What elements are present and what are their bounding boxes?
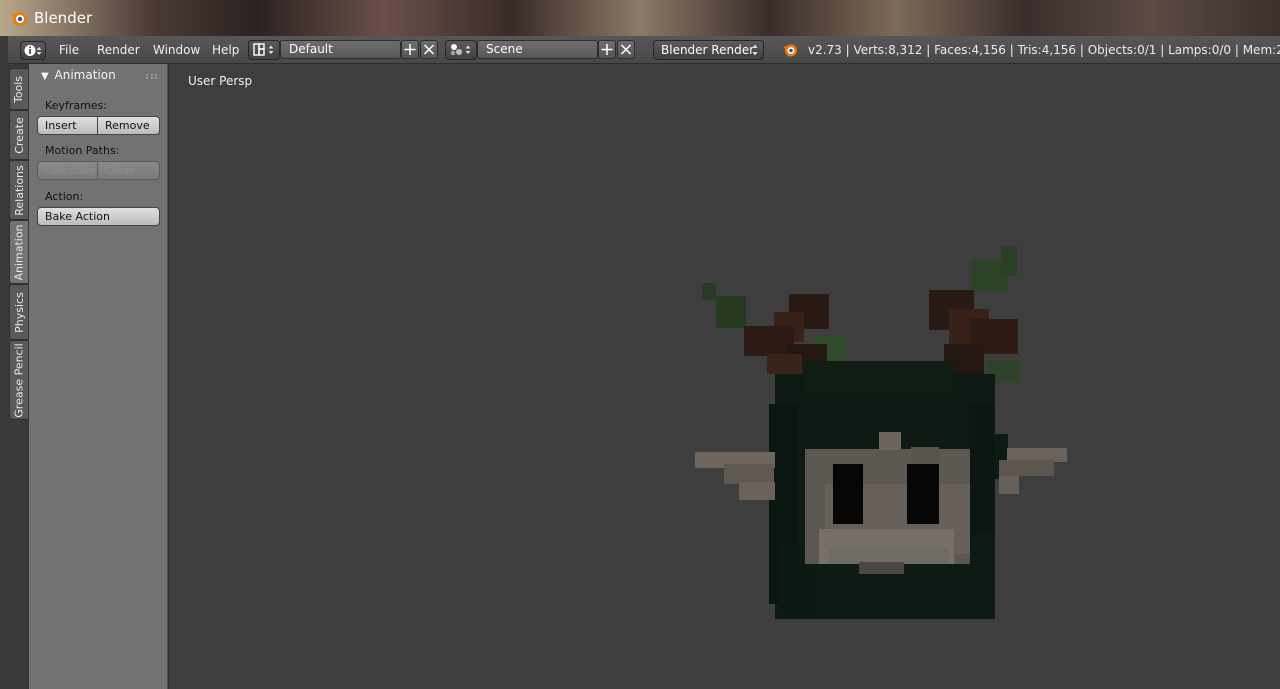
lower-body: [859, 562, 904, 574]
insert-keyframe-button[interactable]: Insert: [37, 116, 98, 135]
scene-field[interactable]: Scene: [477, 40, 598, 59]
tab-grease-pencil[interactable]: Grease Pencil: [9, 340, 28, 420]
close-icon: [423, 44, 435, 55]
screen-layout-selector[interactable]: [248, 40, 280, 60]
tab-label: Tools: [12, 75, 26, 103]
blender-logo-icon: [783, 44, 797, 57]
ear-right: [999, 448, 1067, 494]
3d-viewport[interactable]: User Persp: [169, 64, 1280, 689]
add-scene-button[interactable]: [598, 40, 616, 59]
panel-title: Animation: [54, 68, 116, 82]
render-engine-dropdown[interactable]: Blender Render: [653, 40, 764, 60]
remove-keyframe-button[interactable]: Remove: [97, 116, 160, 135]
tab-create[interactable]: Create: [9, 110, 28, 160]
scene-icon: [450, 44, 471, 56]
screen-layout-field[interactable]: Default: [280, 40, 401, 59]
tab-label: Create: [12, 116, 26, 154]
add-layout-button[interactable]: [401, 40, 419, 59]
calculate-motion-paths-button[interactable]: Calculate: [37, 161, 98, 180]
layout-icon: [253, 43, 274, 56]
window-titlebar: Blender: [0, 0, 1280, 36]
chevron-updown-icon: [752, 44, 758, 56]
voxel-character-model[interactable]: [169, 64, 1280, 689]
remove-scene-button[interactable]: [617, 40, 635, 59]
tab-tools[interactable]: Tools: [9, 68, 28, 110]
tab-physics[interactable]: Physics: [9, 284, 28, 340]
close-icon: [620, 44, 632, 55]
editor-type-selector[interactable]: [20, 41, 46, 60]
window-border: [0, 36, 8, 689]
scene-selector[interactable]: [445, 40, 477, 60]
keyframes-label: Keyframes:: [45, 99, 107, 112]
menu-render[interactable]: Render: [97, 43, 140, 57]
tab-label: Relations: [12, 164, 26, 216]
animation-panel-header[interactable]: ▼ Animation: [41, 68, 116, 82]
tool-shelf-tabs: Tools Create Relations Animation Physics…: [8, 64, 29, 689]
tool-shelf-panel: ▼ Animation Keyframes: Insert Remove Mot…: [29, 64, 168, 689]
motion-paths-label: Motion Paths:: [45, 144, 120, 157]
collapse-triangle-icon: ▼: [41, 71, 49, 82]
tab-label: Grease Pencil: [12, 342, 26, 418]
action-label: Action:: [45, 190, 84, 203]
menu-file[interactable]: File: [59, 43, 79, 57]
plus-icon: [404, 44, 416, 55]
remove-layout-button[interactable]: [420, 40, 438, 59]
menu-window[interactable]: Window: [153, 43, 200, 57]
tab-relations[interactable]: Relations: [9, 160, 28, 220]
face: [805, 432, 970, 564]
bake-action-button[interactable]: Bake Action: [37, 207, 160, 226]
scene-statistics: v2.73 | Verts:8,312 | Faces:4,156 | Tris…: [808, 43, 1280, 57]
clear-motion-paths-button[interactable]: Clear: [97, 161, 160, 180]
tab-animation[interactable]: Animation: [9, 220, 28, 284]
render-engine-label: Blender Render: [661, 43, 755, 57]
plus-icon: [601, 44, 613, 55]
tab-label: Animation: [12, 223, 26, 281]
tab-label: Physics: [12, 291, 26, 333]
panel-drag-handle[interactable]: [146, 74, 157, 79]
window-title: Blender: [34, 9, 93, 27]
info-header: File Render Window Help Default Scene Bl…: [8, 36, 1280, 64]
info-icon: [24, 45, 42, 56]
blender-logo-icon: [11, 12, 27, 26]
ear-left: [695, 452, 775, 500]
menu-help[interactable]: Help: [212, 43, 239, 57]
